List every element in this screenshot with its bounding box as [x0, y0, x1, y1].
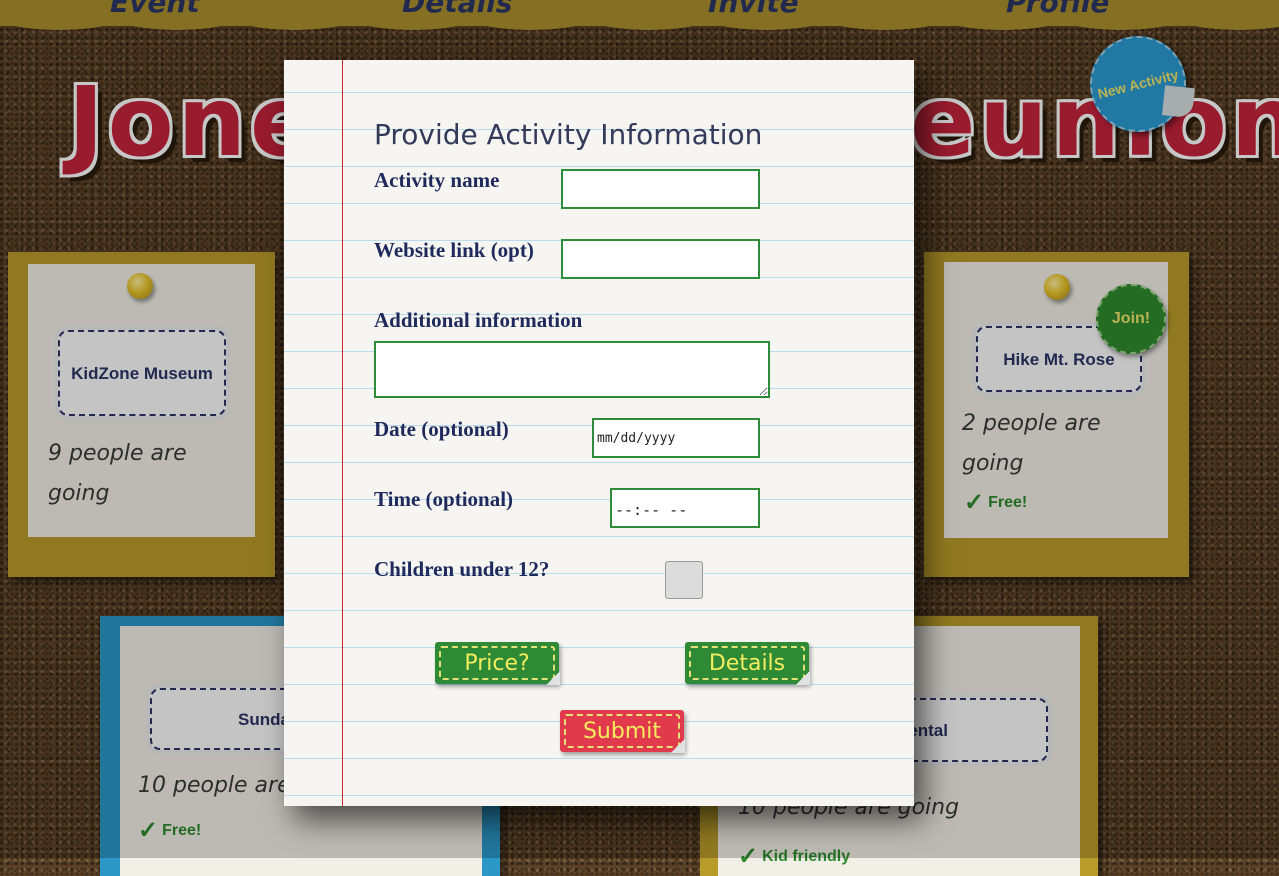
additional-info-textarea[interactable]	[374, 341, 770, 398]
date-label: Date (optional)	[374, 417, 509, 441]
activity-form-modal: Provide Activity Information Activity na…	[284, 60, 914, 806]
additional-info-label: Additional information	[374, 308, 583, 332]
curl-corner	[546, 671, 560, 685]
activity-name-label: Activity name	[374, 168, 500, 192]
notebook-margin-line	[342, 60, 343, 806]
activity-name-input[interactable]	[561, 169, 760, 209]
date-input[interactable]: mm/dd/yyyy	[592, 418, 760, 458]
price-button[interactable]: Price?	[435, 642, 560, 685]
time-input[interactable]: --:-- --	[610, 488, 760, 528]
children-checkbox[interactable]	[665, 561, 703, 599]
curl-corner	[796, 671, 810, 685]
curl-corner	[671, 739, 685, 753]
website-input[interactable]	[561, 239, 760, 279]
details-button-label: Details	[708, 650, 786, 676]
modal-title: Provide Activity Information	[374, 118, 763, 151]
time-label: Time (optional)	[374, 487, 514, 511]
details-button[interactable]: Details	[685, 642, 810, 685]
website-label: Website link (opt)	[374, 238, 534, 262]
submit-button[interactable]: Submit	[560, 710, 685, 753]
submit-button-label: Submit	[582, 718, 662, 744]
price-button-label: Price?	[464, 650, 530, 676]
children-label: Children under 12?	[374, 557, 550, 581]
